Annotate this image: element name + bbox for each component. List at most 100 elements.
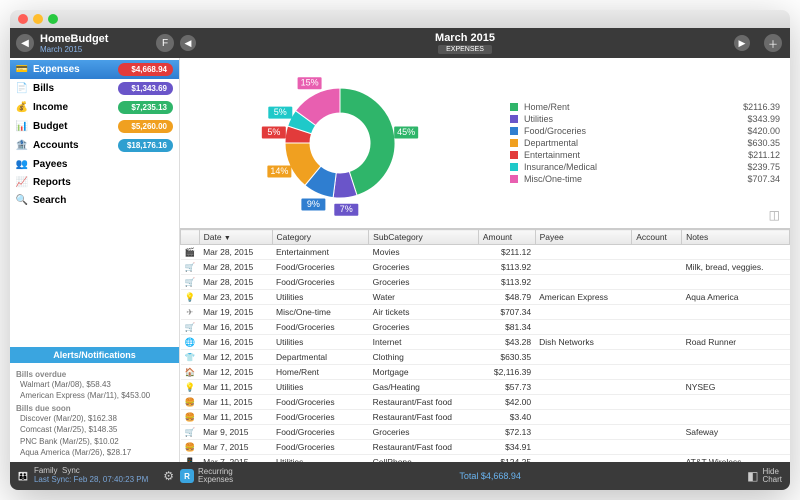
alert-line: Walmart (Mar/08), $58.43 <box>16 379 173 390</box>
legend-value: $707.34 <box>720 174 780 184</box>
chart-legend: Home/Rent $2116.39 Utilities $343.99 Foo… <box>490 101 780 185</box>
sidebar-item-search[interactable]: 🔍 Search <box>10 191 179 209</box>
minimize-icon[interactable] <box>33 14 43 24</box>
sidebar-icon: 💰 <box>16 102 28 114</box>
sidebar-item-bills[interactable]: 📄 Bills $1,343.69 <box>10 79 179 98</box>
pie-chart: 45%7%9%14%5%5%15% <box>190 63 490 223</box>
prev-month-button[interactable]: ◀ <box>180 35 196 51</box>
col-icon[interactable] <box>181 230 200 245</box>
legend-row: Utilities $343.99 <box>510 113 780 125</box>
sidebar-item-income[interactable]: 💰 Income $7,235.13 <box>10 98 179 117</box>
row-icon: 🍔 <box>181 410 200 425</box>
view-tab[interactable]: EXPENSES <box>438 45 492 54</box>
next-month-button[interactable]: ▶ <box>734 35 750 51</box>
bottombar: 👪 Family Sync Last Sync: Feb 28, 07:40:2… <box>10 462 790 490</box>
legend-swatch <box>510 163 518 171</box>
table-row[interactable]: 📱Mar 7, 2015UtilitiesCellPhone$124.25AT&… <box>181 455 790 463</box>
sidebar-item-label: Search <box>33 195 173 206</box>
topbar: ◀ HomeBudget March 2015 F ◀ March 2015 E… <box>10 28 790 58</box>
add-button[interactable]: ＋ <box>764 34 782 52</box>
alert-line: Aqua America (Mar/26), $28.17 <box>16 447 173 458</box>
sidebar-item-reports[interactable]: 📈 Reports <box>10 173 179 191</box>
legend-name: Insurance/Medical <box>524 162 720 172</box>
alert-line: American Express (Mar/11), $453.00 <box>16 390 173 401</box>
table-row[interactable]: 🍔Mar 11, 2015Food/GroceriesRestaurant/Fa… <box>181 395 790 410</box>
close-icon[interactable] <box>18 14 28 24</box>
col-Category[interactable]: Category <box>272 230 369 245</box>
expenses-table[interactable]: Date ▼CategorySubCategoryAmountPayeeAcco… <box>180 228 790 462</box>
chart-type-icon[interactable]: ◫ <box>769 208 780 222</box>
sidebar-badge: $5,260.00 <box>118 120 173 133</box>
col-Account[interactable]: Account <box>632 230 682 245</box>
alerts-panel: Alerts/Notifications Bills overdueWalmar… <box>10 347 179 462</box>
svg-text:9%: 9% <box>307 199 320 209</box>
sidebar-icon: 📊 <box>16 121 28 133</box>
col-Date[interactable]: Date ▼ <box>199 230 272 245</box>
gear-icon[interactable]: ⚙ <box>163 469 174 483</box>
legend-row: Insurance/Medical $239.75 <box>510 161 780 173</box>
sidebar-icon: 👥 <box>16 158 28 170</box>
family-button[interactable]: F <box>156 34 174 52</box>
sidebar-item-label: Payees <box>33 159 173 170</box>
family-icon[interactable]: 👪 <box>18 472 28 481</box>
sidebar-item-budget[interactable]: 📊 Budget $5,260.00 <box>10 117 179 136</box>
table-row[interactable]: 🍔Mar 7, 2015Food/GroceriesRestaurant/Fas… <box>181 440 790 455</box>
sidebar-icon: 📈 <box>16 176 28 188</box>
table-row[interactable]: 🌐Mar 16, 2015UtilitiesInternet$43.28Dish… <box>181 335 790 350</box>
sidebar-icon: 💳 <box>16 64 28 76</box>
sidebar-item-label: Budget <box>33 121 113 132</box>
sync-label: Sync <box>62 466 80 475</box>
alerts-header: Alerts/Notifications <box>10 347 179 363</box>
legend-swatch <box>510 115 518 123</box>
sidebar-badge: $1,343.69 <box>118 82 173 95</box>
row-icon: 🛒 <box>181 320 200 335</box>
family-label: Family <box>34 466 58 475</box>
table-row[interactable]: 🛒Mar 28, 2015Food/GroceriesGroceries$113… <box>181 260 790 275</box>
recurring-button[interactable]: R RecurringExpenses <box>180 468 233 485</box>
table-row[interactable]: 🛒Mar 16, 2015Food/GroceriesGroceries$81.… <box>181 320 790 335</box>
alert-group: Bills due soon <box>16 404 173 413</box>
col-Notes[interactable]: Notes <box>682 230 790 245</box>
col-SubCategory[interactable]: SubCategory <box>369 230 479 245</box>
zoom-icon[interactable] <box>48 14 58 24</box>
table-row[interactable]: 👕Mar 12, 2015DepartmentalClothing$630.35 <box>181 350 790 365</box>
sidebar-item-label: Reports <box>33 177 173 188</box>
table-row[interactable]: 🎬Mar 28, 2015EntertainmentMovies$211.12 <box>181 245 790 260</box>
legend-value: $239.75 <box>720 162 780 172</box>
table-row[interactable]: 🛒Mar 28, 2015Food/GroceriesGroceries$113… <box>181 275 790 290</box>
legend-row: Home/Rent $2116.39 <box>510 101 780 113</box>
legend-name: Home/Rent <box>524 102 720 112</box>
titlebar <box>10 10 790 28</box>
table-row[interactable]: 💡Mar 23, 2015UtilitiesWater$48.79America… <box>181 290 790 305</box>
legend-value: $630.35 <box>720 138 780 148</box>
row-icon: ✈ <box>181 305 200 320</box>
back-button[interactable]: ◀ <box>16 34 34 52</box>
hide-chart-button[interactable]: ◧ HideChart <box>747 468 782 485</box>
row-icon: 🏠 <box>181 365 200 380</box>
row-icon: 🍔 <box>181 440 200 455</box>
legend-name: Utilities <box>524 114 720 124</box>
sidebar-item-payees[interactable]: 👥 Payees <box>10 155 179 173</box>
legend-row: Food/Groceries $420.00 <box>510 125 780 137</box>
legend-row: Misc/One-time $707.34 <box>510 173 780 185</box>
sidebar-item-accounts[interactable]: 🏦 Accounts $18,176.16 <box>10 136 179 155</box>
table-row[interactable]: 💡Mar 11, 2015UtilitiesGas/Heating$57.73N… <box>181 380 790 395</box>
table-row[interactable]: 🏠Mar 12, 2015Home/RentMortgage$2,116.39 <box>181 365 790 380</box>
row-icon: 🎬 <box>181 245 200 260</box>
app-title: HomeBudget <box>40 33 108 45</box>
row-icon: 💡 <box>181 290 200 305</box>
sidebar: 💳 Expenses $4,668.94📄 Bills $1,343.69💰 I… <box>10 58 180 462</box>
legend-value: $343.99 <box>720 114 780 124</box>
row-icon: 🍔 <box>181 395 200 410</box>
alert-line: PNC Bank (Mar/25), $10.02 <box>16 436 173 447</box>
table-row[interactable]: 🛒Mar 9, 2015Food/GroceriesGroceries$72.1… <box>181 425 790 440</box>
col-Amount[interactable]: Amount <box>478 230 535 245</box>
sidebar-icon: 🏦 <box>16 140 28 152</box>
legend-row: Entertainment $211.12 <box>510 149 780 161</box>
legend-row: Departmental $630.35 <box>510 137 780 149</box>
legend-value: $2116.39 <box>720 102 780 112</box>
table-row[interactable]: ✈Mar 19, 2015Misc/One-timeAir tickets$70… <box>181 305 790 320</box>
sidebar-item-expenses[interactable]: 💳 Expenses $4,668.94 <box>10 60 179 79</box>
col-Payee[interactable]: Payee <box>535 230 632 245</box>
table-row[interactable]: 🍔Mar 11, 2015Food/GroceriesRestaurant/Fa… <box>181 410 790 425</box>
